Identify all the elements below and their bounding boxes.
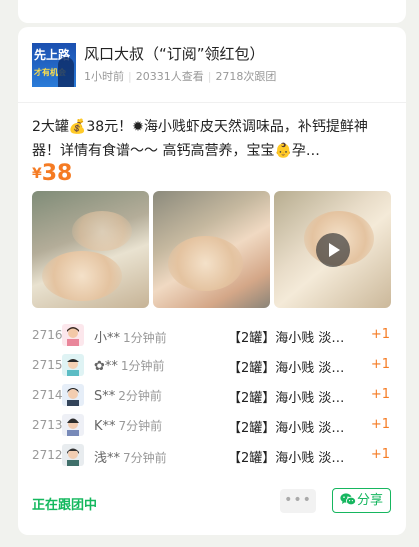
order-item: 【2罐】海小贱 淡… xyxy=(228,331,345,346)
order-item: 【2罐】海小贱 淡… xyxy=(228,361,345,376)
group-buy-card[interactable]: 先上路 才有机会 风口大叔（“订阅”领红包） 1小时前 | 20331人查看 | 271… xyxy=(18,27,406,535)
order-quantity: +1 xyxy=(370,447,390,462)
order-time: 2分钟前 xyxy=(118,389,162,403)
play-icon[interactable] xyxy=(316,233,350,267)
price-currency: ¥ xyxy=(32,166,42,182)
order-quantity: +1 xyxy=(370,357,390,372)
follow-count: 2718次跟团 xyxy=(215,70,277,83)
product-description[interactable]: 2大罐💰38元！✹海小贱虾皮天然调味品，补钙提鲜神器！详情有食谱～～ 高钙高营养… xyxy=(32,115,392,163)
order-quantity: +1 xyxy=(370,417,390,432)
order-number: 2715 xyxy=(32,358,63,372)
order-time: 1分钟前 xyxy=(120,359,165,373)
buyer-info: S** 2分钟前 xyxy=(94,387,162,404)
order-item: 【2罐】海小贱 淡… xyxy=(228,421,345,436)
order-number: 2714 xyxy=(32,388,63,402)
buyer-avatar xyxy=(62,444,84,466)
order-number: 2716 xyxy=(32,328,63,342)
wechat-icon xyxy=(340,493,356,506)
share-label: 分享 xyxy=(356,493,383,508)
price-value: 38 xyxy=(41,161,73,186)
order-quantity: +1 xyxy=(370,327,390,342)
order-item: 【2罐】海小贱 淡… xyxy=(228,391,345,406)
buyer-name: 小** xyxy=(94,331,121,346)
order-quantity: +1 xyxy=(370,387,390,402)
buyer-info: ✿** 1分钟前 xyxy=(94,357,165,374)
order-time: 7分钟前 xyxy=(123,451,167,465)
header-divider xyxy=(18,102,406,103)
order-number: 2713 xyxy=(32,418,63,432)
previous-card xyxy=(18,0,406,23)
author-name[interactable]: 风口大叔（“订阅”领红包） xyxy=(84,43,265,64)
avatar-figure xyxy=(58,57,74,87)
buyer-avatar xyxy=(62,384,84,406)
order-time: 1分钟前 xyxy=(123,331,167,345)
buyer-avatar xyxy=(62,414,84,436)
buyer-name: K** xyxy=(94,419,116,434)
order-row[interactable]: 2716 小** 1分钟前 【2罐】海小贱 淡… +1 xyxy=(32,322,392,352)
order-list: 2716 小** 1分钟前 【2罐】海小贱 淡… +1 2715 ✿** 1分钟前 … xyxy=(32,322,392,472)
buyer-info: 浅** 7分钟前 xyxy=(94,447,167,466)
buyer-info: 小** 1分钟前 xyxy=(94,327,167,346)
more-button[interactable]: ••• xyxy=(280,489,316,513)
order-number: 2712 xyxy=(32,448,63,462)
view-count: 20331人查看 xyxy=(135,70,204,83)
product-image-2[interactable] xyxy=(153,191,270,308)
product-video-3[interactable] xyxy=(274,191,391,308)
post-meta: 1小时前 | 20331人查看 | 2718次跟团 xyxy=(84,70,277,83)
buyer-info: K** 7分钟前 xyxy=(94,417,162,434)
post-time: 1小时前 xyxy=(84,70,124,83)
buyer-name: S** xyxy=(94,389,116,404)
order-row[interactable]: 2713 K** 7分钟前 【2罐】海小贱 淡… +1 xyxy=(32,412,392,442)
buyer-name: 浅** xyxy=(94,451,121,466)
share-button[interactable]: 分享 xyxy=(332,488,391,513)
price: ¥38 xyxy=(32,161,72,186)
group-status: 正在跟团中 xyxy=(32,498,98,513)
order-row[interactable]: 2712 浅** 7分钟前 【2罐】海小贱 淡… +1 xyxy=(32,442,392,472)
buyer-avatar xyxy=(62,324,84,346)
buyer-name: ✿** xyxy=(94,359,118,374)
order-row[interactable]: 2715 ✿** 1分钟前 【2罐】海小贱 淡… +1 xyxy=(32,352,392,382)
post-header: 先上路 才有机会 风口大叔（“订阅”领红包） 1小时前 | 20331人查看 | 271… xyxy=(32,43,392,89)
order-item: 【2罐】海小贱 淡… xyxy=(228,451,345,466)
buyer-avatar xyxy=(62,354,84,376)
author-avatar[interactable]: 先上路 才有机会 xyxy=(32,43,76,87)
order-time: 7分钟前 xyxy=(118,419,163,433)
product-image-1[interactable] xyxy=(32,191,149,308)
order-row[interactable]: 2714 S** 2分钟前 【2罐】海小贱 淡… +1 xyxy=(32,382,392,412)
